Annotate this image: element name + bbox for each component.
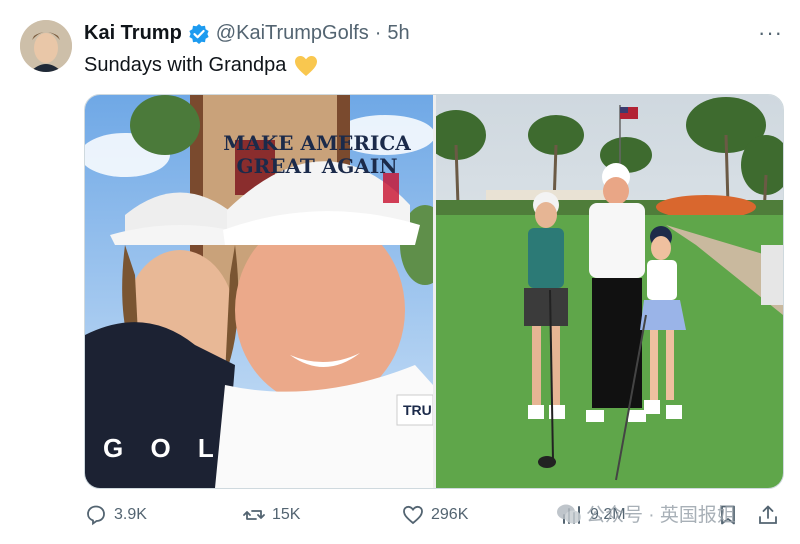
heart-icon xyxy=(403,505,423,525)
tweet-media[interactable]: G O L MAKE AMERICA GREAT AGAIN TRU xyxy=(84,94,784,489)
reply-button[interactable]: 3.9K xyxy=(84,503,147,527)
avatar[interactable] xyxy=(20,20,72,72)
repost-button[interactable]: 15K xyxy=(242,503,300,527)
watermark-text: 公众号 · 英国报姐 xyxy=(586,505,736,526)
photo-selfie[interactable]: G O L MAKE AMERICA GREAT AGAIN TRU xyxy=(85,95,433,488)
timestamp[interactable]: 5h xyxy=(387,22,409,45)
watermark: 公众号 · 英国报姐 xyxy=(556,500,736,527)
repost-icon xyxy=(243,510,265,520)
tweet-header: Kai Trump @KaiTrumpGolfs · 5h xyxy=(84,22,410,45)
share-icon xyxy=(759,505,777,524)
reply-count: 3.9K xyxy=(114,506,147,523)
reply-icon xyxy=(87,505,105,526)
like-count: 296K xyxy=(431,506,469,523)
wechat-icon xyxy=(557,504,581,523)
like-button[interactable]: 296K xyxy=(401,503,468,527)
yellow-heart-icon xyxy=(294,55,318,77)
cap-text-line1: MAKE AMERICA xyxy=(223,131,411,155)
tweet-body: Sundays with Grandpa xyxy=(84,54,287,76)
shirt-text-trump: TRU xyxy=(403,402,432,418)
verified-badge-icon xyxy=(188,23,210,45)
shirt-text-golf: G O L xyxy=(103,433,224,463)
separator-dot: · xyxy=(374,22,382,44)
cap-text-line2: GREAT AGAIN xyxy=(237,154,398,178)
photo-golf-course[interactable] xyxy=(436,95,783,488)
share-button[interactable] xyxy=(756,503,786,527)
more-options-icon[interactable]: ··· xyxy=(758,20,783,46)
avatar-image xyxy=(20,20,72,72)
repost-count: 15K xyxy=(272,506,301,523)
tweet-text: Sundays with Grandpa xyxy=(84,54,318,77)
user-handle[interactable]: @KaiTrumpGolfs xyxy=(216,22,369,45)
display-name[interactable]: Kai Trump xyxy=(84,22,182,45)
